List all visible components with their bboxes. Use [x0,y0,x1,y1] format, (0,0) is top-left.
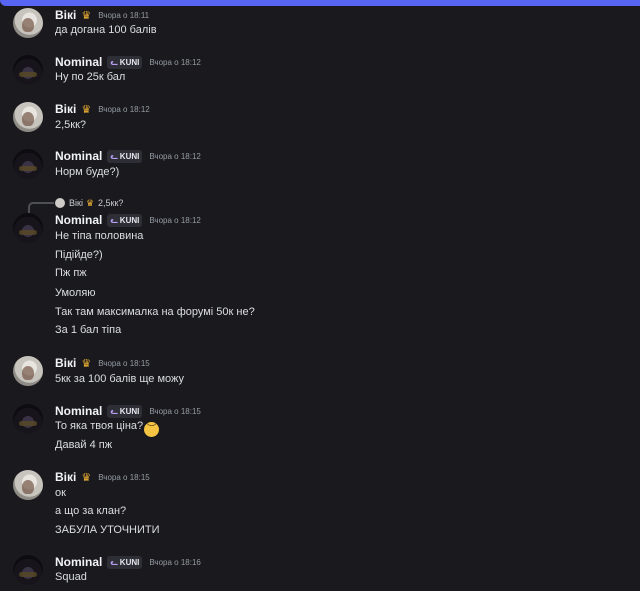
message-text: То яка твоя ціна? ︶ [55,418,160,437]
timestamp: Вчора о 18:16 [149,557,201,567]
author-name[interactable]: Вікі [55,8,76,22]
clan-tag[interactable]: ᓚ KUNI [107,555,143,569]
reply-preview[interactable]: Вікі ♛ 2,5кк? [55,195,123,211]
cat-icon: ᓚ [110,57,118,67]
cat-icon: ᓚ [110,557,118,567]
crown-icon: ♛ [81,471,92,484]
reply-text: 2,5кк? [98,198,124,208]
clan-tag-label: KUNI [119,557,140,567]
cat-icon: ᓚ [110,406,118,416]
timestamp: Вчора о 18:12 [149,215,201,225]
message-text: Squad [55,571,87,583]
message-text: Давай 4 пж [55,439,113,451]
message-text: ок [55,487,66,499]
clan-tag-label: KUNI [119,57,140,67]
reply-spine [28,202,54,214]
message-text-content: То яка твоя ціна? [55,420,144,432]
message-text: Підійде?) [55,249,103,261]
cat-icon: ᓚ [110,215,118,225]
message-text: 2,5кк? [55,119,87,131]
message-text: Норм буде?) [55,166,120,178]
crown-icon: ♛ [85,197,95,208]
author-name[interactable]: Вікі [55,102,76,116]
message-text: Не тіпа половина [55,230,144,242]
clan-tag-label: KUNI [119,215,140,225]
timestamp: Вчора о 18:11 [98,10,150,20]
reply-avatar [55,198,65,208]
message-text: Умоляю [55,287,96,299]
crown-icon: ♛ [81,357,92,370]
cat-icon: ᓚ [110,151,118,161]
author-name[interactable]: Вікі [55,470,76,484]
reply-author: Вікі [69,198,83,208]
timestamp: Вчора о 18:15 [98,358,150,368]
timestamp: Вчора о 18:12 [149,151,201,161]
clan-tag[interactable]: ᓚ KUNI [107,149,143,163]
avatar[interactable] [13,102,43,132]
author-name[interactable]: Nominal [55,555,102,569]
timestamp: Вчора о 18:12 [149,57,201,67]
clan-tag[interactable]: ᓚ KUNI [107,213,143,227]
avatar[interactable] [13,149,43,179]
avatar[interactable] [13,8,43,38]
timestamp: Вчора о 18:12 [98,104,150,114]
timestamp: Вчора о 18:15 [98,472,150,482]
worried-face-emoji[interactable]: ︶ [144,422,160,437]
message-text: ЗАБУЛА УТОЧНИТИ [55,524,160,536]
message-text: 5кк за 100 балів ще можу [55,373,184,385]
message-text: Ну по 25к бал [55,71,126,83]
avatar[interactable] [13,555,43,585]
clan-tag-label: KUNI [119,151,140,161]
avatar[interactable] [13,213,43,243]
message-text: Пж пж [55,267,87,279]
crown-icon: ♛ [81,103,92,116]
message-text: Так там максималка на форумі 50к не? [55,306,255,318]
author-name[interactable]: Nominal [55,213,102,227]
avatar[interactable] [13,356,43,386]
author-name[interactable]: Вікі [55,356,76,370]
avatar[interactable] [13,55,43,85]
avatar[interactable] [13,404,43,434]
avatar[interactable] [13,470,43,500]
message-text: За 1 бал тіпа [55,324,122,336]
author-name[interactable]: Nominal [55,55,102,69]
author-name[interactable]: Nominal [55,404,102,418]
clan-tag-label: KUNI [119,406,140,416]
timestamp: Вчора о 18:15 [149,406,201,416]
message-text: да догана 100 балів [55,24,157,36]
clan-tag[interactable]: ᓚ KUNI [107,55,143,69]
author-name[interactable]: Nominal [55,149,102,163]
clan-tag[interactable]: ᓚ KUNI [107,404,143,418]
message-text: а що за клан? [55,505,127,517]
crown-icon: ♛ [81,9,92,22]
